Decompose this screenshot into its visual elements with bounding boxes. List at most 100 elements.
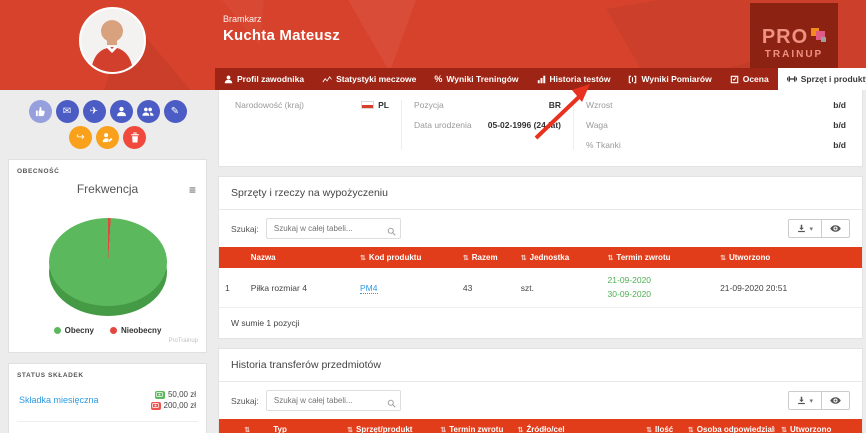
- money-in-icon: [155, 391, 165, 399]
- user-edit-button[interactable]: [96, 126, 119, 149]
- col-kod-produktu[interactable]: ⇅Kod produktu: [354, 247, 457, 268]
- weight-label: Waga: [586, 120, 608, 130]
- sort-icon[interactable]: ⇅: [360, 255, 366, 262]
- sort-icon[interactable]: ⇅: [521, 255, 527, 262]
- loans-table: Nazwa ⇅Kod produktu ⇅Razem ⇅Jednostka ⇅T…: [219, 247, 862, 308]
- chevron-down-icon: ▾: [809, 225, 813, 233]
- download-icon: [797, 224, 806, 233]
- measure-icon: [628, 75, 637, 84]
- search-label: Szukaj:: [231, 224, 259, 234]
- tab-wyniki-treningow[interactable]: % Wyniki Treningów: [425, 68, 527, 90]
- chevron-down-icon: ▾: [809, 397, 813, 405]
- col-utworzono[interactable]: ⇅Utworzono: [775, 419, 862, 433]
- sort-icon[interactable]: ⇅: [608, 255, 614, 262]
- tab-historia-testow[interactable]: Historia testów: [528, 68, 620, 90]
- fee-item: Składka miesięczna 50,00 zł 200,00 zł: [17, 379, 198, 422]
- col-razem[interactable]: ⇅Razem: [457, 247, 515, 268]
- columns-visibility-button[interactable]: [821, 220, 849, 237]
- fees-card: STATUS SKŁADEK Składka miesięczna 50,00 …: [8, 363, 207, 433]
- col-sprzet-produkt[interactable]: ⇅Sprzęt/produkt: [341, 419, 434, 433]
- transfers-panel-title: Historia transferów przedmiotów: [219, 349, 862, 382]
- transfers-search-input[interactable]: [266, 390, 401, 411]
- attendance-pie-chart: [17, 202, 198, 324]
- tab-profil-zawodnika[interactable]: Profil zawodnika: [215, 68, 313, 90]
- green-dot-icon: [54, 327, 61, 334]
- sort-icon[interactable]: ⇅: [463, 255, 469, 262]
- sort-icon[interactable]: ⇅: [440, 427, 446, 433]
- legend-item-nieobecny: Nieobecny: [110, 326, 161, 335]
- send-button[interactable]: ✈: [83, 100, 106, 123]
- col-jednostka[interactable]: ⇅Jednostka: [515, 247, 602, 268]
- nationality-value: PL: [378, 100, 389, 110]
- pie-legend: Obecny Nieobecny: [17, 326, 198, 335]
- sort-icon[interactable]: ⇅: [347, 427, 353, 433]
- avatar: [79, 7, 146, 74]
- paper-plane-icon: ✈: [90, 106, 98, 117]
- col-zrodlo-cel[interactable]: ⇅Źródło/cel: [512, 419, 641, 433]
- col-nazwa[interactable]: Nazwa: [245, 247, 354, 268]
- col-utworzono[interactable]: ⇅Utworzono: [714, 247, 862, 268]
- tab-sprzet-i-produkty[interactable]: Sprzęt i produkty: [778, 68, 866, 90]
- sort-icon[interactable]: ⇅: [720, 255, 726, 262]
- col-osoba-odpowiedzialna[interactable]: ⇅Osoba odpowiedzialna: [682, 419, 775, 433]
- legend-item-obecny: Obecny: [54, 326, 94, 335]
- page-header: Bramkarz Kuchta Mateusz PRO TRAINUP Prof…: [0, 0, 866, 90]
- sort-icon[interactable]: ⇅: [244, 427, 250, 433]
- search-icon: [387, 395, 396, 413]
- profile-button[interactable]: [110, 100, 133, 123]
- fee-paid-amount: 50,00 zł: [155, 390, 196, 399]
- delete-button[interactable]: [123, 126, 146, 149]
- birthdate-value: 05-02-1996 (24 lat): [488, 120, 561, 130]
- col-ilosc[interactable]: ⇅Ilość: [640, 419, 682, 433]
- dumbbell-icon: [787, 74, 797, 84]
- envelope-icon: ✉: [63, 106, 71, 117]
- tab-statystyki-meczowe[interactable]: Statystyki meczowe: [313, 68, 425, 90]
- fee-link-skladka[interactable]: Składka miesięczna: [19, 395, 99, 405]
- cell-return-dates: 21-09-2020 30-09-2020: [602, 268, 715, 308]
- percent-icon: %: [434, 75, 442, 84]
- col-typ[interactable]: Typ: [267, 419, 341, 433]
- edit-button[interactable]: ✎: [164, 100, 187, 123]
- transfers-panel: Historia transferów przedmiotów Szukaj: …: [218, 348, 863, 433]
- red-dot-icon: [110, 327, 117, 334]
- eye-icon: [830, 396, 841, 405]
- group-button[interactable]: [137, 100, 160, 123]
- loans-table-footer: W sumie 1 pozycji: [219, 308, 862, 338]
- player-info-panel: Narodowość (kraj) PL Pozycja BR Data uro…: [218, 90, 863, 167]
- main-content: Narodowość (kraj) PL Pozycja BR Data uro…: [215, 90, 866, 433]
- sort-icon[interactable]: ⇅: [646, 427, 652, 433]
- sidebar: ✉ ✈ ✎ ↪: [0, 90, 215, 433]
- sort-icon[interactable]: ⇅: [688, 427, 694, 433]
- export-button[interactable]: ▾: [789, 392, 821, 409]
- height-label: Wzrost: [586, 100, 612, 110]
- logo-text-trainup: TRAINUP: [765, 49, 823, 60]
- user-edit-icon: [102, 132, 113, 143]
- attendance-chart-title: Frekwencja: [17, 182, 198, 196]
- col-termin-zwrotu[interactable]: ⇅Termin zwrotu: [434, 419, 511, 433]
- cell-code: PM4: [354, 268, 457, 308]
- sort-icon[interactable]: ⇅: [781, 427, 787, 433]
- bar-chart-icon: [537, 75, 546, 84]
- position-value: BR: [549, 100, 561, 110]
- product-code-link[interactable]: PM4: [360, 283, 377, 294]
- cell-created: 21-09-2020 20:51: [714, 268, 862, 308]
- person-icon: [116, 106, 127, 117]
- search-label: Szukaj:: [231, 396, 259, 406]
- pencil-square-icon: ✎: [171, 106, 179, 117]
- col-termin-zwrotu[interactable]: ⇅Termin zwrotu: [602, 247, 715, 268]
- thumbs-up-button[interactable]: [29, 100, 52, 123]
- tab-wyniki-pomiarow[interactable]: Wyniki Pomiarów: [619, 68, 720, 90]
- message-button[interactable]: ✉: [56, 100, 79, 123]
- tab-ocena[interactable]: Ocena: [721, 68, 778, 90]
- share-button[interactable]: ↪: [69, 126, 92, 149]
- table-row: 1 Piłka rozmiar 4 PM4 43 szt. 21-09-2020…: [219, 268, 862, 308]
- export-button[interactable]: ▾: [789, 220, 821, 237]
- tissue-label: % Tkanki: [586, 140, 621, 150]
- sort-icon[interactable]: ⇅: [518, 427, 524, 433]
- attendance-section-label: OBECNOŚĆ: [17, 168, 198, 175]
- chart-menu-icon[interactable]: ≡: [189, 184, 196, 196]
- columns-visibility-button[interactable]: [821, 392, 849, 409]
- cell-name: Piłka rozmiar 4: [245, 268, 354, 308]
- weight-value: b/d: [833, 120, 846, 130]
- loans-search-input[interactable]: [266, 218, 401, 239]
